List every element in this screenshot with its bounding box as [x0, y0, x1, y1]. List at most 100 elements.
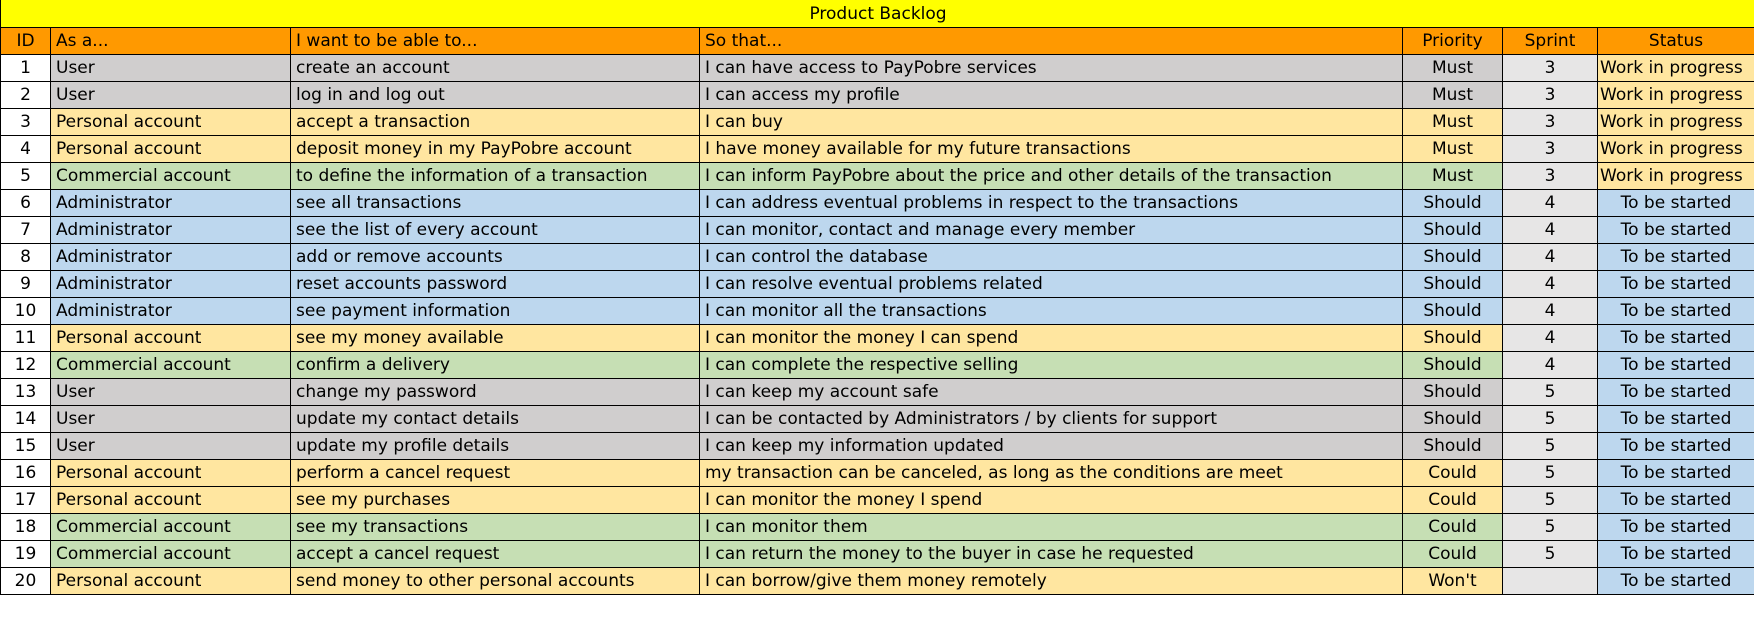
table-title[interactable]: Product Backlog	[0, 0, 1754, 28]
cell-as-a[interactable]: Personal account	[50, 459, 291, 487]
cell-want[interactable]: see the list of every account	[290, 216, 700, 244]
cell-as-a[interactable]: User	[50, 378, 291, 406]
cell-priority[interactable]: Should	[1402, 297, 1503, 325]
cell-so-that[interactable]: I can monitor the money I can spend	[699, 324, 1403, 352]
cell-sprint[interactable]: 4	[1502, 297, 1598, 325]
cell-priority[interactable]: Must	[1402, 162, 1503, 190]
cell-as-a[interactable]: Administrator	[50, 189, 291, 217]
cell-id[interactable]: 9	[0, 270, 51, 298]
cell-want[interactable]: change my password	[290, 378, 700, 406]
cell-status[interactable]: To be started	[1596, 378, 1754, 406]
cell-priority[interactable]: Must	[1402, 135, 1503, 163]
cell-status[interactable]: To be started	[1596, 432, 1754, 460]
cell-id[interactable]: 1	[0, 54, 51, 82]
cell-so-that[interactable]: I can return the money to the buyer in c…	[699, 540, 1403, 568]
cell-want[interactable]: accept a cancel request	[290, 540, 700, 568]
cell-priority[interactable]: Should	[1402, 324, 1503, 352]
cell-want[interactable]: reset accounts password	[290, 270, 700, 298]
cell-so-that[interactable]: I can complete the respective selling	[699, 351, 1403, 379]
cell-id[interactable]: 5	[0, 162, 51, 190]
cell-so-that[interactable]: I can address eventual problems in respe…	[699, 189, 1403, 217]
cell-sprint[interactable]: 3	[1502, 54, 1598, 82]
header-priority[interactable]: Priority	[1402, 27, 1503, 55]
cell-want[interactable]: see all transactions	[290, 189, 700, 217]
cell-sprint[interactable]: 5	[1502, 405, 1598, 433]
cell-priority[interactable]: Must	[1402, 81, 1503, 109]
cell-id[interactable]: 20	[0, 567, 51, 595]
cell-id[interactable]: 12	[0, 351, 51, 379]
cell-id[interactable]: 8	[0, 243, 51, 271]
cell-as-a[interactable]: Commercial account	[50, 351, 291, 379]
cell-sprint[interactable]: 4	[1502, 216, 1598, 244]
cell-priority[interactable]: Must	[1402, 108, 1503, 136]
cell-priority[interactable]: Should	[1402, 405, 1503, 433]
cell-as-a[interactable]: Administrator	[50, 216, 291, 244]
cell-priority[interactable]: Should	[1402, 432, 1503, 460]
cell-so-that[interactable]: I can monitor them	[699, 513, 1403, 541]
cell-id[interactable]: 17	[0, 486, 51, 514]
cell-priority[interactable]: Should	[1402, 189, 1503, 217]
cell-as-a[interactable]: User	[50, 54, 291, 82]
cell-status[interactable]: Work in progress	[1596, 162, 1754, 190]
cell-status[interactable]: To be started	[1596, 540, 1754, 568]
cell-priority[interactable]: Should	[1402, 243, 1503, 271]
cell-sprint[interactable]	[1502, 567, 1598, 595]
cell-so-that[interactable]: I can control the database	[699, 243, 1403, 271]
cell-id[interactable]: 19	[0, 540, 51, 568]
header-so-that[interactable]: So that...	[699, 27, 1403, 55]
cell-id[interactable]: 18	[0, 513, 51, 541]
cell-as-a[interactable]: Personal account	[50, 135, 291, 163]
cell-want[interactable]: update my profile details	[290, 432, 700, 460]
cell-sprint[interactable]: 5	[1502, 540, 1598, 568]
cell-status[interactable]: To be started	[1596, 216, 1754, 244]
cell-status[interactable]: To be started	[1596, 567, 1754, 595]
cell-status[interactable]: To be started	[1596, 189, 1754, 217]
cell-status[interactable]: Work in progress	[1596, 81, 1754, 109]
cell-sprint[interactable]: 3	[1502, 108, 1598, 136]
cell-id[interactable]: 3	[0, 108, 51, 136]
cell-so-that[interactable]: my transaction can be canceled, as long …	[699, 459, 1403, 487]
cell-so-that[interactable]: I can monitor all the transactions	[699, 297, 1403, 325]
header-sprint[interactable]: Sprint	[1502, 27, 1598, 55]
cell-sprint[interactable]: 5	[1502, 486, 1598, 514]
cell-status[interactable]: To be started	[1596, 405, 1754, 433]
cell-so-that[interactable]: I can be contacted by Administrators / b…	[699, 405, 1403, 433]
cell-sprint[interactable]: 3	[1502, 162, 1598, 190]
cell-status[interactable]: To be started	[1596, 270, 1754, 298]
cell-id[interactable]: 10	[0, 297, 51, 325]
cell-id[interactable]: 16	[0, 459, 51, 487]
cell-as-a[interactable]: Administrator	[50, 297, 291, 325]
cell-as-a[interactable]: Personal account	[50, 486, 291, 514]
cell-want[interactable]: send money to other personal accounts	[290, 567, 700, 595]
cell-so-that[interactable]: I can monitor the money I spend	[699, 486, 1403, 514]
cell-sprint[interactable]: 3	[1502, 81, 1598, 109]
cell-want[interactable]: log in and log out	[290, 81, 700, 109]
cell-sprint[interactable]: 5	[1502, 378, 1598, 406]
cell-as-a[interactable]: Personal account	[50, 324, 291, 352]
header-status[interactable]: Status	[1596, 27, 1754, 55]
cell-priority[interactable]: Could	[1402, 513, 1503, 541]
cell-as-a[interactable]: Administrator	[50, 243, 291, 271]
cell-sprint[interactable]: 3	[1502, 135, 1598, 163]
cell-status[interactable]: Work in progress	[1596, 108, 1754, 136]
cell-want[interactable]: deposit money in my PayPobre account	[290, 135, 700, 163]
cell-status[interactable]: Work in progress	[1596, 135, 1754, 163]
cell-id[interactable]: 15	[0, 432, 51, 460]
cell-sprint[interactable]: 4	[1502, 324, 1598, 352]
cell-as-a[interactable]: User	[50, 405, 291, 433]
cell-id[interactable]: 14	[0, 405, 51, 433]
cell-so-that[interactable]: I can access my profile	[699, 81, 1403, 109]
cell-as-a[interactable]: Commercial account	[50, 513, 291, 541]
cell-status[interactable]: To be started	[1596, 297, 1754, 325]
cell-id[interactable]: 2	[0, 81, 51, 109]
header-id[interactable]: ID	[0, 27, 51, 55]
cell-want[interactable]: see payment information	[290, 297, 700, 325]
cell-status[interactable]: To be started	[1596, 459, 1754, 487]
cell-want[interactable]: perform a cancel request	[290, 459, 700, 487]
cell-as-a[interactable]: Administrator	[50, 270, 291, 298]
cell-so-that[interactable]: I can keep my account safe	[699, 378, 1403, 406]
cell-status[interactable]: To be started	[1596, 513, 1754, 541]
cell-sprint[interactable]: 5	[1502, 459, 1598, 487]
cell-sprint[interactable]: 5	[1502, 432, 1598, 460]
cell-priority[interactable]: Could	[1402, 540, 1503, 568]
